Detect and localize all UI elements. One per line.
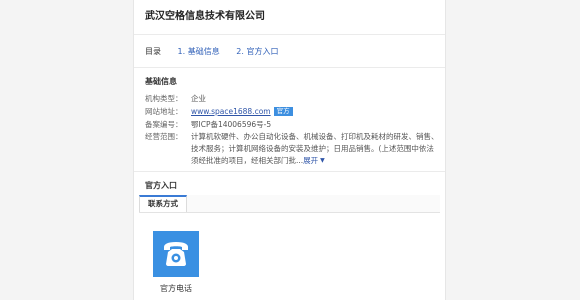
official-phone-card[interactable]: 官方电话 [153, 231, 199, 294]
toc-link-basic-info[interactable]: 1. 基础信息 [178, 47, 220, 56]
divider [134, 67, 445, 68]
org-type-value: 企业 [191, 94, 206, 103]
official-entry-heading: 官方入口 [145, 181, 177, 190]
business-scope-key: 经营范围： [145, 132, 183, 141]
divider [134, 171, 445, 172]
icp-value: 鄂ICP备14006596号-5 [191, 120, 272, 129]
org-type-key: 机构类型： [145, 94, 183, 103]
tab-bar: 联系方式 [139, 195, 440, 213]
website-row: 网站地址： www.space1688.com 官方 [145, 106, 293, 117]
phone-icon [164, 242, 188, 266]
business-scope-value: 计算机软硬件、办公自动化设备、机械设备、打印机及耗材的研发、销售、技术服务；计算… [191, 131, 439, 167]
phone-tile [153, 231, 199, 277]
basic-info-heading: 基础信息 [145, 77, 177, 86]
website-link[interactable]: www.space1688.com [191, 107, 271, 116]
table-of-contents: 目录 1. 基础信息 2. 官方入口 [145, 46, 278, 57]
toc-label: 目录 [145, 47, 161, 56]
icp-row: 备案编号： 鄂ICP备14006596号-5 [145, 119, 271, 130]
caret-down-icon: ▼ [320, 157, 325, 164]
official-badge: 官方 [273, 107, 293, 116]
company-panel: 武汉空格信息技术有限公司 目录 1. 基础信息 2. 官方入口 基础信息 机构类… [133, 0, 446, 300]
toc-link-official-entry[interactable]: 2. 官方入口 [236, 47, 278, 56]
divider [134, 34, 445, 35]
org-type-row: 机构类型： 企业 [145, 93, 206, 104]
tab-contact[interactable]: 联系方式 [139, 195, 187, 212]
expand-label: 展开 [303, 156, 319, 165]
website-key: 网站地址： [145, 107, 183, 116]
company-title: 武汉空格信息技术有限公司 [145, 11, 265, 22]
icp-key: 备案编号： [145, 120, 183, 129]
phone-label: 官方电话 [160, 284, 192, 293]
expand-button[interactable]: 展开 ▼ [303, 156, 325, 165]
